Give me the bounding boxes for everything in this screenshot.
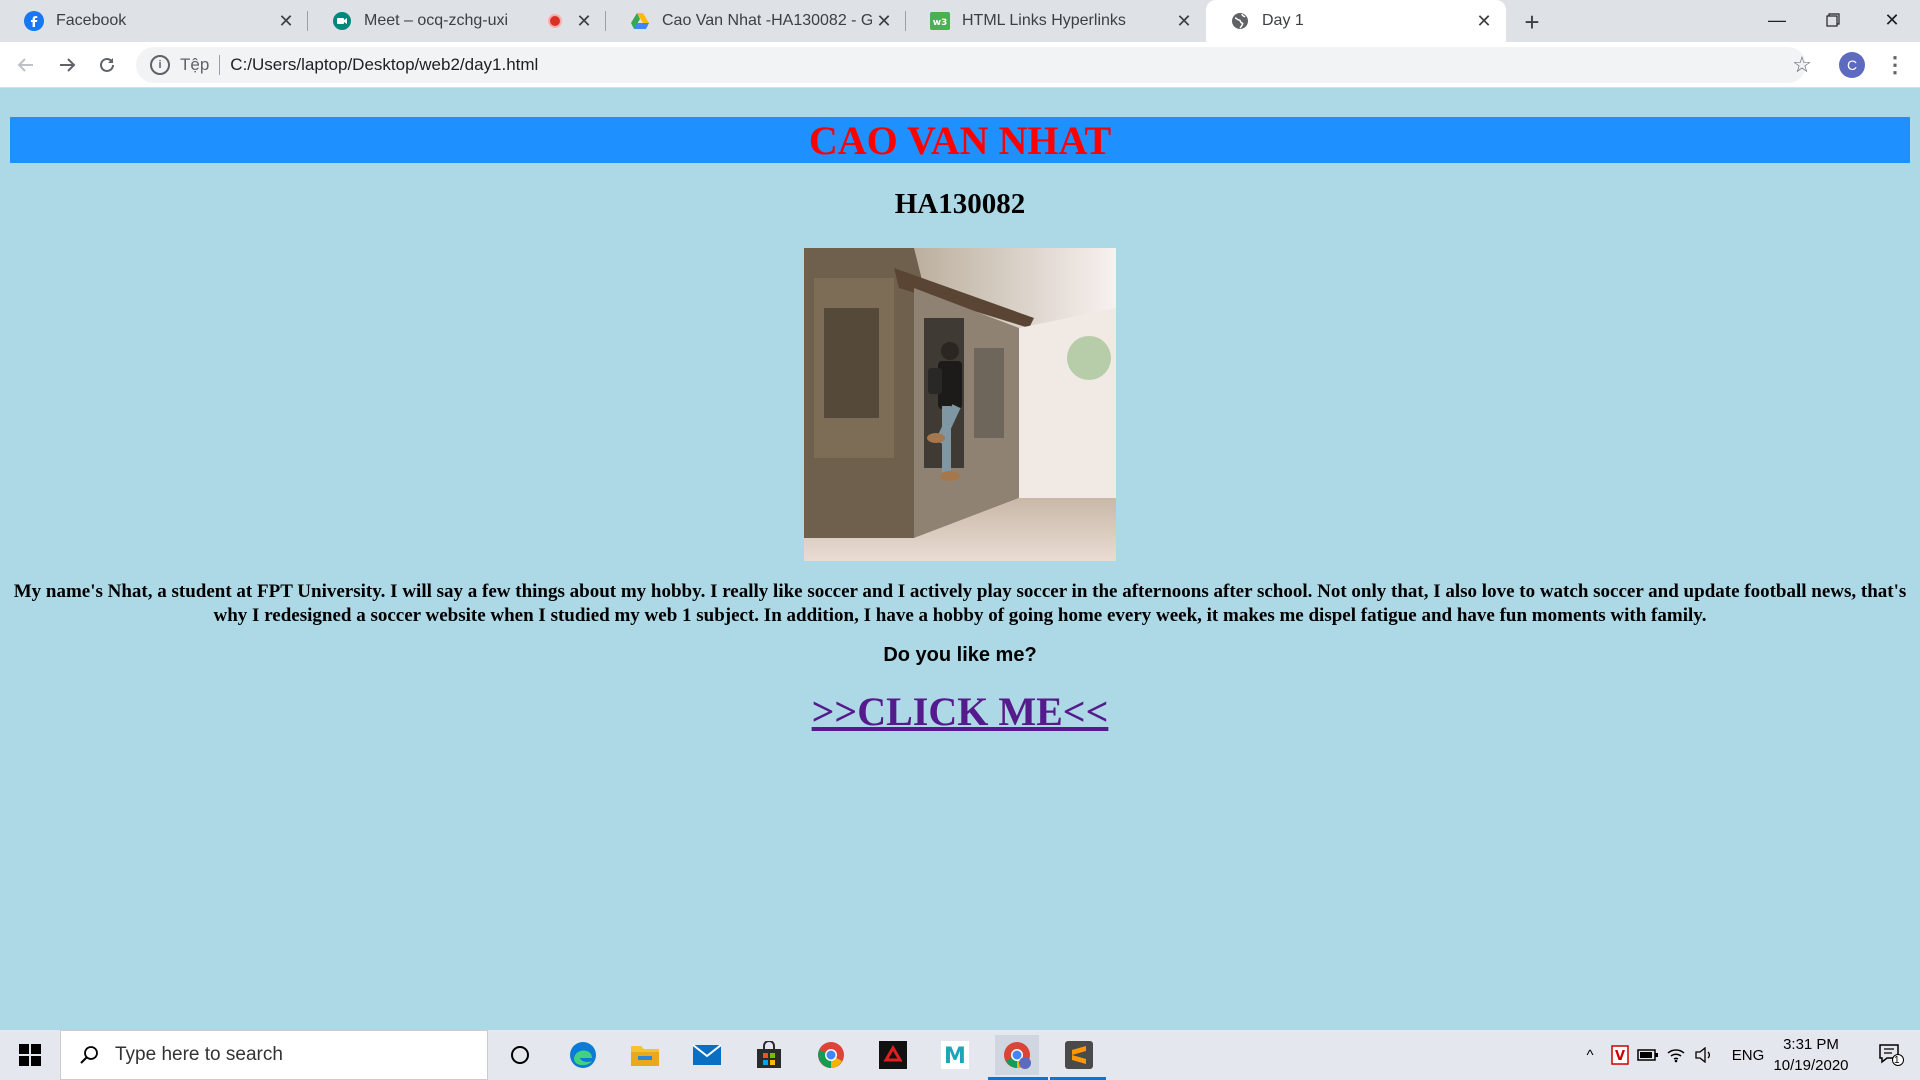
svg-text:V: V	[1615, 1049, 1625, 1064]
tab-title: Facebook	[56, 12, 127, 29]
antivirus-icon[interactable]: V	[1608, 1030, 1632, 1080]
google-meet-icon	[332, 11, 352, 31]
back-arrow-icon	[17, 58, 33, 72]
tab-title: Cao Van Nhat -HA130082 - Goog	[662, 12, 872, 29]
svg-text:M: M	[944, 1044, 966, 1069]
clock-time: 3:31 PM	[1783, 1036, 1839, 1053]
minimize-button[interactable]: —	[1749, 0, 1805, 40]
forward-button[interactable]	[51, 49, 83, 81]
page-viewport: CAO VAN NHAT HA130082 My name's Nhat, a …	[0, 88, 1920, 1030]
w3schools-icon: w3	[930, 11, 950, 31]
tab-title: Day 1	[1262, 12, 1304, 29]
show-hidden-icons-chevron-icon[interactable]: ^	[1578, 1030, 1602, 1080]
start-button[interactable]	[0, 1030, 60, 1080]
task-view-icon[interactable]	[498, 1035, 542, 1075]
facebook-icon	[24, 11, 44, 31]
windows-taskbar: Type here to search M ^ V ENG 3:31 PM 10…	[0, 1030, 1920, 1080]
question-text: Do you like me?	[883, 644, 1037, 666]
profile-avatar[interactable]: C	[1839, 52, 1865, 78]
close-tab-icon[interactable]: ✕	[1172, 9, 1196, 33]
tab-title: Meet – ocq-zchg-uxi	[364, 12, 509, 29]
restore-button[interactable]	[1805, 0, 1861, 40]
scheme-label: Tệp	[180, 55, 210, 74]
page-banner-title: CAO VAN NHAT	[10, 117, 1910, 163]
tab-google-drive[interactable]: Cao Van Nhat -HA130082 - Goog ✕	[606, 0, 906, 42]
recording-icon	[548, 14, 562, 28]
google-drive-icon	[630, 11, 650, 31]
file-explorer-icon[interactable]	[623, 1035, 667, 1075]
clock-date: 10/19/2020	[1773, 1057, 1849, 1074]
tab-facebook[interactable]: Facebook ✕	[0, 0, 308, 42]
click-me-link[interactable]: >>CLICK ME<<	[812, 689, 1109, 734]
chrome-icon[interactable]	[809, 1035, 853, 1075]
garena-icon[interactable]	[871, 1035, 915, 1075]
wifi-icon[interactable]	[1664, 1030, 1688, 1080]
svg-text:w3: w3	[933, 18, 948, 28]
action-center-button[interactable]: 1	[1866, 1030, 1916, 1080]
restore-icon	[1826, 13, 1840, 27]
tab-html-links[interactable]: w3 HTML Links Hyperlinks ✕	[906, 0, 1206, 42]
windows-logo-icon	[19, 1044, 41, 1066]
reload-button[interactable]	[91, 49, 123, 81]
close-tab-icon[interactable]: ✕	[872, 9, 896, 33]
url-text[interactable]: C:/Users/laptop/Desktop/web2/day1.html	[230, 55, 538, 75]
close-tab-icon[interactable]: ✕	[274, 9, 298, 33]
student-id-heading: HA130082	[894, 188, 1026, 220]
browser-toolbar: i Tệp C:/Users/laptop/Desktop/web2/day1.…	[0, 42, 1920, 88]
forward-arrow-icon	[60, 58, 76, 72]
tab-title: HTML Links Hyperlinks	[962, 12, 1126, 29]
new-tab-button[interactable]: +	[1516, 6, 1548, 38]
sublime-text-icon[interactable]	[1057, 1035, 1101, 1075]
edge-icon[interactable]	[561, 1035, 605, 1075]
close-window-button[interactable]: ✕	[1864, 0, 1920, 40]
chrome-profile-icon[interactable]	[995, 1035, 1039, 1075]
close-tab-icon[interactable]: ✕	[572, 9, 596, 33]
m-app-icon[interactable]: M	[933, 1035, 977, 1075]
profile-photo	[804, 248, 1116, 561]
volume-icon[interactable]	[1692, 1030, 1716, 1080]
reload-icon	[100, 57, 114, 72]
mail-icon[interactable]	[685, 1035, 729, 1075]
taskbar-search[interactable]: Type here to search	[60, 1030, 488, 1080]
tab-meet[interactable]: Meet – ocq-zchg-uxi ✕	[308, 0, 606, 42]
bookmark-star-icon[interactable]: ☆	[1786, 49, 1818, 81]
notification-count: 1	[1894, 1055, 1900, 1066]
search-icon	[77, 1043, 101, 1067]
site-info-icon[interactable]: i	[150, 55, 170, 75]
back-button[interactable]	[10, 49, 42, 81]
bio-paragraph: My name's Nhat, a student at FPT Univers…	[13, 581, 1907, 626]
more-menu-icon[interactable]: ⋮	[1880, 49, 1910, 81]
tab-day-1[interactable]: Day 1 ✕	[1206, 0, 1506, 42]
system-clock[interactable]: 3:31 PM 10/19/2020	[1762, 1034, 1860, 1076]
address-bar[interactable]: i Tệp C:/Users/laptop/Desktop/web2/day1.…	[136, 47, 1806, 83]
battery-icon[interactable]	[1636, 1030, 1660, 1080]
search-placeholder: Type here to search	[115, 1044, 283, 1065]
address-separator	[219, 55, 221, 75]
store-icon[interactable]	[747, 1035, 791, 1075]
notification-icon	[1879, 1044, 1904, 1066]
close-tab-icon[interactable]: ✕	[1472, 9, 1496, 33]
globe-icon	[1230, 11, 1250, 31]
tab-strip: Facebook ✕ Meet – ocq-zchg-uxi ✕ Cao Van…	[0, 0, 1920, 42]
